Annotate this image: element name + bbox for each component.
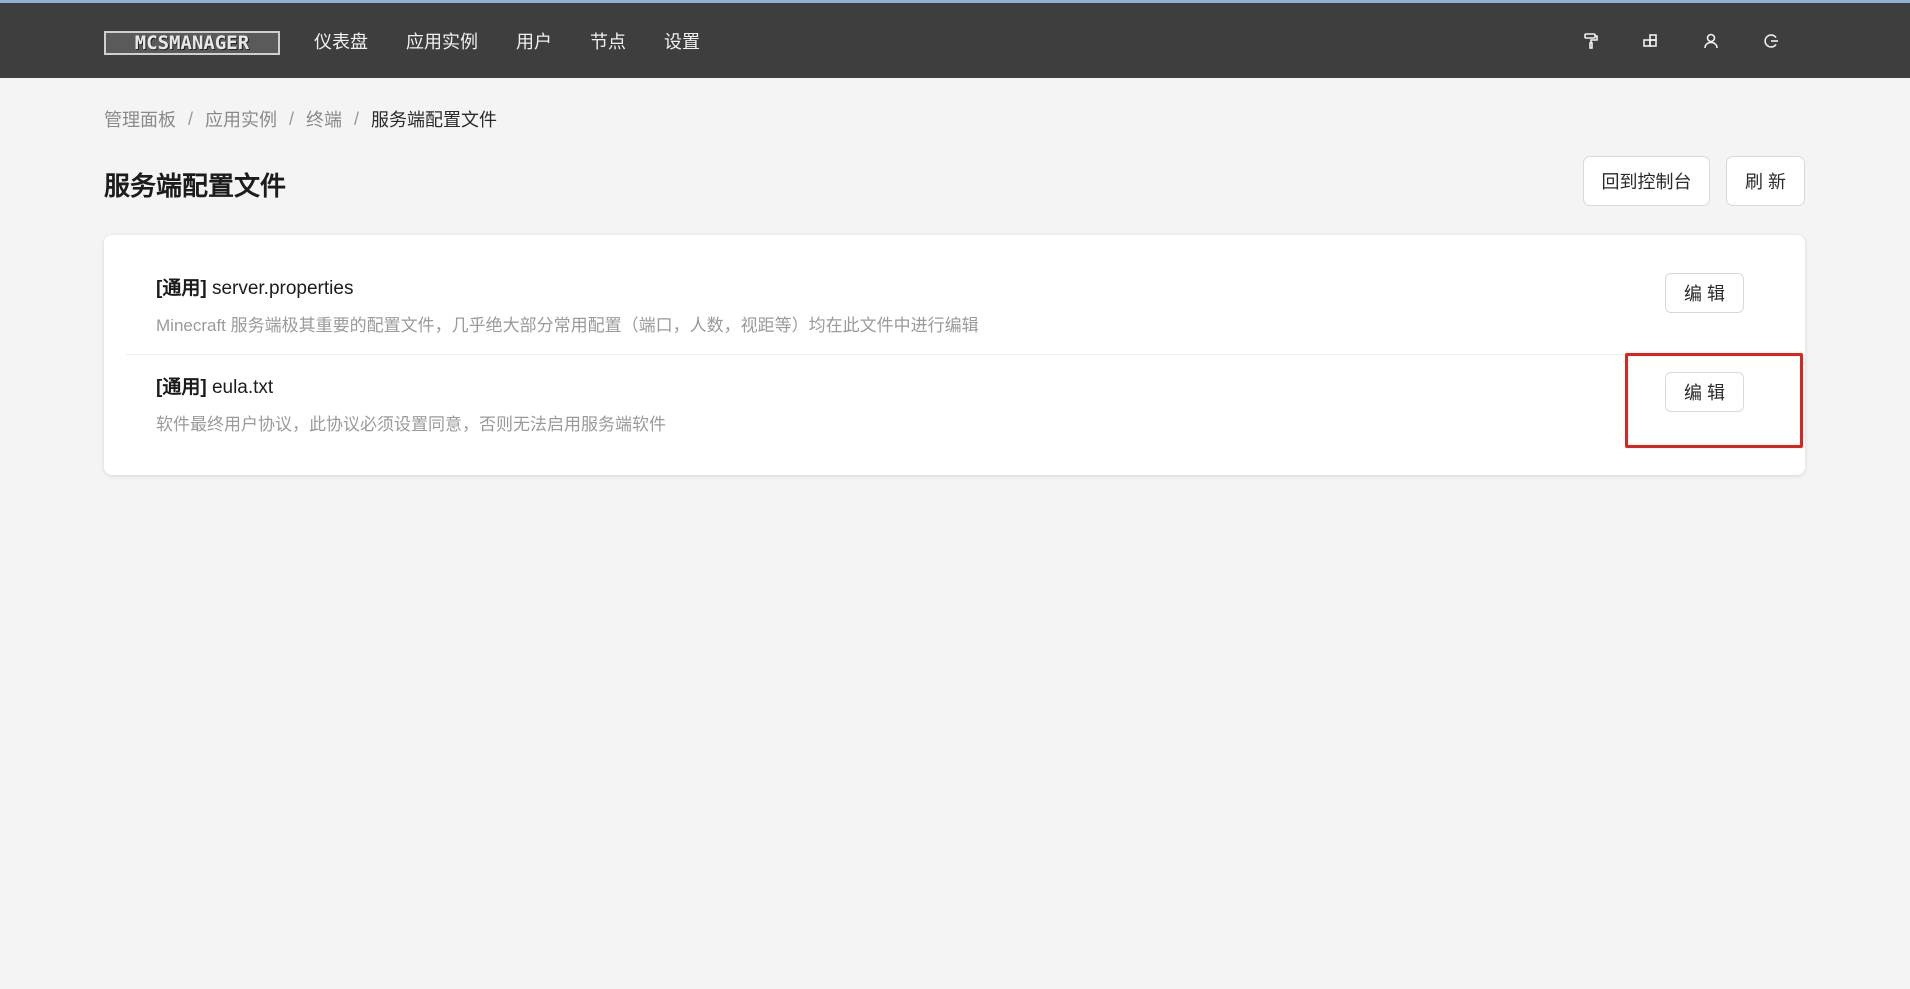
breadcrumb-panel[interactable]: 管理面板 xyxy=(104,106,176,132)
divider xyxy=(126,354,1781,355)
file-tag: [通用] xyxy=(156,377,207,398)
breadcrumb-instances[interactable]: 应用实例 xyxy=(205,106,277,132)
breadcrumb-separator: / xyxy=(188,108,194,129)
file-title: [通用] server.properties xyxy=(156,273,353,300)
nav-item-instances[interactable]: 应用实例 xyxy=(406,29,478,55)
layout-icon[interactable] xyxy=(1640,30,1662,52)
file-name: eula.txt xyxy=(211,377,274,398)
page-title: 服务端配置文件 xyxy=(104,171,287,201)
list-item: [通用] eula.txt 软件最终用户协议，此协议必须设置同意，否则无法启用服… xyxy=(104,372,1805,470)
refresh-button[interactable]: 刷 新 xyxy=(1726,156,1805,206)
top-navigation-bar: MCSMANAGER 仪表盘 应用实例 用户 节点 设置 xyxy=(0,0,1910,78)
breadcrumb-separator: / xyxy=(354,108,360,129)
file-description: Minecraft 服务端极其重要的配置文件，几乎绝大部分常用配置（端口，人数，… xyxy=(156,316,979,335)
file-title: [通用] eula.txt xyxy=(156,372,273,399)
file-tag: [通用] xyxy=(156,278,207,299)
breadcrumb: 管理面板 / 应用实例 / 终端 / 服务端配置文件 xyxy=(104,106,497,132)
edit-eula-button[interactable]: 编 辑 xyxy=(1665,372,1744,412)
breadcrumb-terminal[interactable]: 终端 xyxy=(306,106,342,132)
nav-item-nodes[interactable]: 节点 xyxy=(590,29,626,55)
file-description: 软件最终用户协议，此协议必须设置同意，否则无法启用服务端软件 xyxy=(156,415,666,434)
breadcrumb-separator: / xyxy=(289,108,295,129)
logout-icon[interactable] xyxy=(1760,30,1782,52)
list-item: [通用] server.properties Minecraft 服务端极其重要… xyxy=(104,273,1805,371)
mcsmanager-logo[interactable]: MCSMANAGER xyxy=(104,31,280,55)
paint-roller-icon[interactable] xyxy=(1580,30,1602,52)
user-icon[interactable] xyxy=(1700,30,1722,52)
breadcrumb-current: 服务端配置文件 xyxy=(371,110,498,130)
header-actions: 回到控制台 刷 新 xyxy=(1583,156,1805,206)
top-right-icons xyxy=(1542,30,1782,52)
nav-item-users[interactable]: 用户 xyxy=(516,29,552,55)
config-file-list: [通用] server.properties Minecraft 服务端极其重要… xyxy=(104,235,1805,475)
back-to-console-button[interactable]: 回到控制台 xyxy=(1583,156,1710,206)
nav-item-settings[interactable]: 设置 xyxy=(664,29,700,55)
file-name: server.properties xyxy=(211,278,354,299)
nav-item-dashboard[interactable]: 仪表盘 xyxy=(314,29,368,55)
edit-server-properties-button[interactable]: 编 辑 xyxy=(1665,273,1744,313)
main-nav: 仪表盘 应用实例 用户 节点 设置 xyxy=(314,29,738,55)
